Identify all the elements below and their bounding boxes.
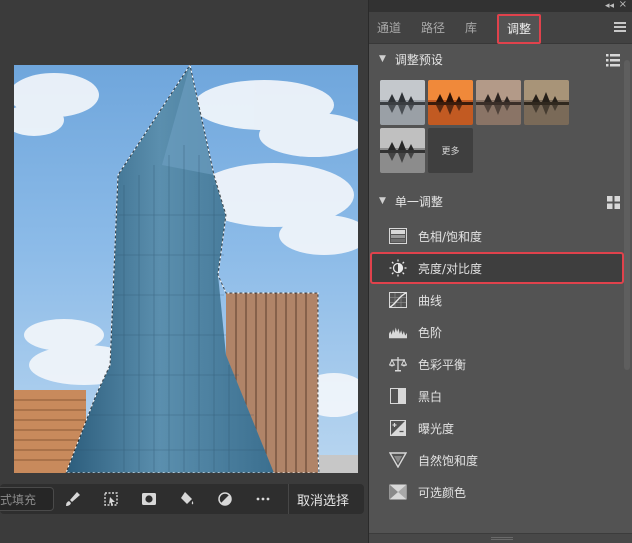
single-adjustments-title: 单一调整 bbox=[394, 194, 443, 209]
mask-icon[interactable] bbox=[130, 484, 168, 514]
color-balance-icon bbox=[389, 355, 407, 373]
adjustment-circle-icon[interactable] bbox=[206, 484, 244, 514]
adjustment-brightness-contrast[interactable]: 亮度/对比度 bbox=[370, 252, 624, 284]
tab-channels[interactable]: 通道 bbox=[369, 12, 411, 44]
tab-libraries[interactable]: 库 bbox=[455, 12, 487, 44]
panel-title-strip: ◂◂ × bbox=[369, 0, 632, 12]
document-photo[interactable] bbox=[14, 65, 358, 473]
canvas-area: 式填充 取消选择 bbox=[0, 0, 368, 543]
adjustments-panel: ◂◂ × 通道 路径 库 调整 ▼ 调整预设 更多 ▼ 单一调整 色相/饱和度 … bbox=[368, 0, 632, 543]
landscape-bw-icon bbox=[380, 128, 425, 173]
tab-adjustments[interactable]: 调整 bbox=[497, 13, 542, 44]
presets-section-header[interactable]: ▼ 调整预设 bbox=[369, 44, 632, 74]
list-view-icon[interactable] bbox=[606, 52, 620, 71]
landscape-gray-icon bbox=[380, 80, 425, 125]
panel-tab-bar: 通道 路径 库 调整 bbox=[369, 12, 632, 44]
photo-image bbox=[14, 65, 358, 473]
preset-thumbnail[interactable] bbox=[380, 80, 425, 125]
levels-icon bbox=[389, 323, 407, 341]
black-white-icon bbox=[389, 387, 407, 405]
adjustment-black-white[interactable]: 黑白 bbox=[369, 380, 632, 412]
panel-resize-bar[interactable] bbox=[369, 533, 632, 543]
adjustment-exposure[interactable]: 曝光度 bbox=[369, 412, 632, 444]
panel-scrollbar[interactable] bbox=[624, 60, 630, 370]
grid-view-icon[interactable] bbox=[607, 194, 620, 213]
chevron-down-icon: ▼ bbox=[379, 54, 386, 64]
more-icon[interactable] bbox=[244, 484, 282, 514]
more-presets-button[interactable]: 更多 bbox=[428, 128, 473, 173]
landscape-sepia-icon bbox=[524, 80, 569, 125]
preset-thumbnail[interactable] bbox=[524, 80, 569, 125]
selective-color-icon bbox=[389, 483, 407, 501]
hue-saturation-icon bbox=[389, 227, 407, 245]
deselect-button[interactable]: 取消选择 bbox=[288, 484, 357, 514]
adjustment-levels[interactable]: 色阶 bbox=[369, 316, 632, 348]
contextual-task-bar: 式填充 取消选择 bbox=[0, 484, 364, 514]
generative-fill-input[interactable]: 式填充 bbox=[0, 487, 54, 511]
brightness-contrast-icon bbox=[389, 259, 407, 277]
adjustment-list: 色相/饱和度 亮度/对比度 曲线 色阶 色彩平衡 黑白 曝光度 自然饱和度 可选… bbox=[369, 216, 632, 508]
vibrance-icon bbox=[389, 451, 407, 469]
presets-title: 调整预设 bbox=[394, 52, 443, 67]
close-panel-icon[interactable]: × bbox=[619, 0, 627, 10]
preset-thumbnail[interactable] bbox=[428, 80, 473, 125]
chevron-down-icon: ▼ bbox=[379, 196, 386, 206]
adjustment-selective-color[interactable]: 可选颜色 bbox=[369, 476, 632, 508]
single-adjustments-header[interactable]: ▼ 单一调整 bbox=[369, 186, 632, 216]
resize-grip-icon bbox=[491, 537, 513, 540]
brush-icon[interactable] bbox=[54, 484, 92, 514]
adjustment-hue-saturation[interactable]: 色相/饱和度 bbox=[369, 220, 632, 252]
landscape-sunset-icon bbox=[428, 80, 473, 125]
preset-thumbnail[interactable] bbox=[476, 80, 521, 125]
adjustment-curves[interactable]: 曲线 bbox=[369, 284, 632, 316]
panel-menu-icon[interactable] bbox=[614, 22, 626, 34]
fill-bucket-icon[interactable] bbox=[168, 484, 206, 514]
collapse-panel-icon[interactable]: ◂◂ bbox=[605, 1, 614, 11]
adjustment-vibrance[interactable]: 自然饱和度 bbox=[369, 444, 632, 476]
exposure-icon bbox=[389, 419, 407, 437]
adjustment-color-balance[interactable]: 色彩平衡 bbox=[369, 348, 632, 380]
curves-icon bbox=[389, 291, 407, 309]
tab-paths[interactable]: 路径 bbox=[411, 12, 455, 44]
landscape-warm-icon bbox=[476, 80, 521, 125]
presets-grid: 更多 bbox=[369, 74, 609, 176]
transform-selection-icon[interactable] bbox=[92, 484, 130, 514]
preset-thumbnail[interactable] bbox=[380, 128, 425, 173]
